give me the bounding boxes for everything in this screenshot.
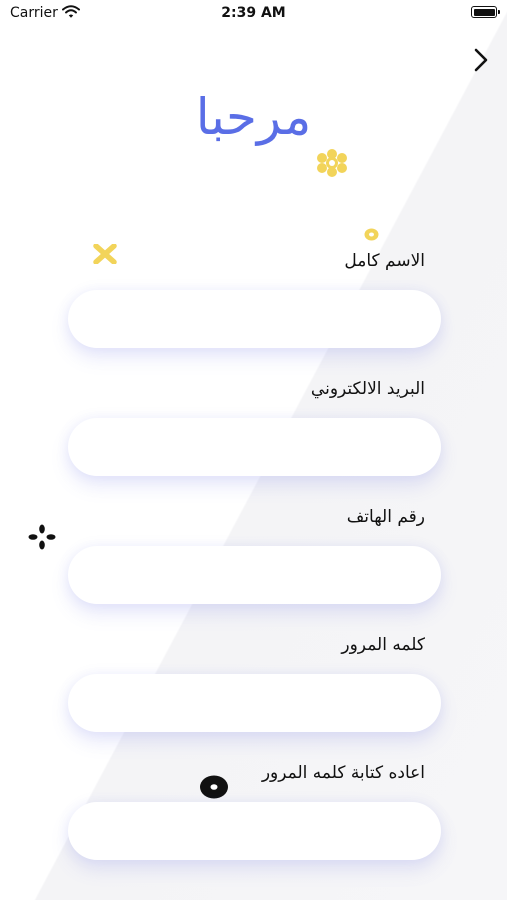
- confirm-password-input[interactable]: [68, 802, 441, 860]
- x-shape-icon: [93, 244, 117, 264]
- password-input[interactable]: [68, 674, 441, 732]
- phone-label: رقم الهاتف: [346, 507, 425, 527]
- sparkle-icon: [28, 524, 56, 550]
- ring-icon: [364, 228, 379, 241]
- battery-icon: [471, 6, 500, 18]
- confirm-password-label: اعاده كتابة كلمه المرور: [261, 763, 425, 783]
- email-input[interactable]: [68, 418, 441, 476]
- status-bar: Carrier 2:39 AM: [0, 0, 507, 28]
- full-name-input[interactable]: [68, 290, 441, 348]
- full-name-label: الاسم كامل: [344, 251, 425, 271]
- flower-icon: [317, 149, 347, 177]
- password-label: كلمه المرور: [341, 635, 425, 655]
- back-button[interactable]: [466, 44, 496, 76]
- page-title: مرحبا: [195, 88, 312, 146]
- email-label: البريد الالكتروني: [310, 379, 425, 399]
- chevron-right-icon: [474, 48, 488, 72]
- phone-input[interactable]: [68, 546, 441, 604]
- status-time: 2:39 AM: [221, 5, 286, 21]
- dot-ring-icon: [200, 775, 228, 799]
